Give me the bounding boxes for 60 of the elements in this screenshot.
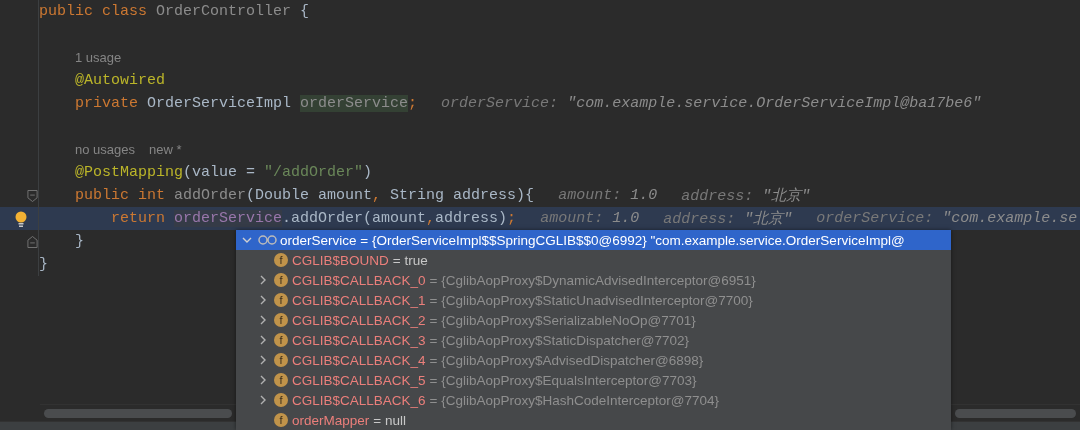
- field-icon: f: [274, 253, 288, 267]
- field-name[interactable]: CGLIB$CALLBACK_3: [292, 332, 426, 348]
- inline-hint: address: "北京": [663, 209, 793, 228]
- field-name[interactable]: CGLIB$BOUND: [292, 252, 389, 268]
- field-name[interactable]: CGLIB$CALLBACK_6: [292, 392, 426, 408]
- field-value: = {CglibAopProxy$StaticDispatcher@7702}: [429, 332, 690, 348]
- usage-hint[interactable]: new *: [149, 142, 182, 157]
- field-name[interactable]: CGLIB$CALLBACK_0: [292, 272, 426, 288]
- field-value: = {CglibAopProxy$DynamicAdvisedInterceptor@6951}: [429, 272, 756, 288]
- field-value: = true: [392, 252, 428, 268]
- watch-glasses-icon: [258, 234, 277, 246]
- code-line: @PostMapping(value = "/addOrder"): [75, 164, 373, 181]
- fold-icon: [27, 188, 38, 203]
- field-icon: f: [274, 333, 288, 347]
- field-icon: f: [274, 353, 288, 367]
- code-line: public class OrderController {: [39, 3, 310, 20]
- field-name[interactable]: CGLIB$CALLBACK_1: [292, 292, 426, 308]
- field-value: = null: [373, 412, 406, 428]
- field-value: = {CglibAopProxy$AdvisedDispatcher@6898}: [429, 352, 704, 368]
- lightbulb-icon: [14, 210, 28, 227]
- field-icon: f: [274, 373, 288, 387]
- inline-hint: orderService: "com.example.se: [816, 210, 1078, 227]
- expand-caret-icon[interactable]: [258, 355, 268, 365]
- field-name[interactable]: CGLIB$CALLBACK_4: [292, 352, 426, 368]
- inline-hint: orderService: "com.example.service.OrderServiceImpl@ba17be6": [441, 95, 982, 112]
- code-line: public int addOrder(Double amount, String address){: [75, 187, 535, 204]
- field-icon: f: [274, 293, 288, 307]
- inline-hint: address: "北京": [681, 186, 811, 205]
- field-name[interactable]: CGLIB$CALLBACK_5: [292, 372, 426, 388]
- scrollbar-segment[interactable]: [40, 404, 236, 420]
- usage-hint[interactable]: 1 usage: [75, 50, 122, 65]
- code-line: return orderService.addOrder(amount,address);: [111, 210, 517, 227]
- field-value: = {CglibAopProxy$EqualsInterceptor@7703}: [429, 372, 697, 388]
- code-line: @Autowired: [75, 72, 165, 89]
- expand-caret-icon[interactable]: [258, 315, 268, 325]
- field-value: = {CglibAopProxy$StaticUnadvisedInterceptor@7700}: [429, 292, 753, 308]
- collapse-caret-icon[interactable]: [242, 235, 252, 245]
- field-icon: f: [274, 313, 288, 327]
- field-icon: f: [274, 273, 288, 287]
- tree-row[interactable]: orderService = {OrderServiceImpl$$SpringCGLIB$$0@6992} "com.example.service.OrderServiceImpl@: [236, 230, 951, 250]
- expand-caret-icon[interactable]: [258, 295, 268, 305]
- scrollbar-segment[interactable]: [951, 404, 1080, 420]
- field-name[interactable]: CGLIB$CALLBACK_2: [292, 312, 426, 328]
- expand-caret-icon[interactable]: [258, 375, 268, 385]
- field-icon: f: [274, 413, 288, 427]
- code-line: }: [75, 233, 84, 250]
- expand-caret-icon[interactable]: [258, 275, 268, 285]
- inline-hint: amount: 1.0: [558, 187, 658, 204]
- field-icon: f: [274, 393, 288, 407]
- inline-hint: amount: 1.0: [540, 210, 640, 227]
- field-value: = {CglibAopProxy$SerializableNoOp@7701}: [429, 312, 696, 328]
- code-line: private OrderServiceImpl orderService;: [75, 95, 418, 112]
- expand-caret-icon[interactable]: [258, 395, 268, 405]
- field-value: = {CglibAopProxy$HashCodeInterceptor@7704}: [429, 392, 720, 408]
- code-line: }: [39, 256, 48, 273]
- variable-value: orderService = {OrderServiceImpl$$SpringCGLIB$$0@6992} "com.example.service.OrderServiceImpl@: [280, 232, 905, 248]
- field-name[interactable]: orderMapper: [292, 412, 370, 428]
- expand-caret-icon[interactable]: [258, 335, 268, 345]
- fold-icon: [27, 234, 38, 249]
- usage-hint[interactable]: no usages: [75, 142, 135, 157]
